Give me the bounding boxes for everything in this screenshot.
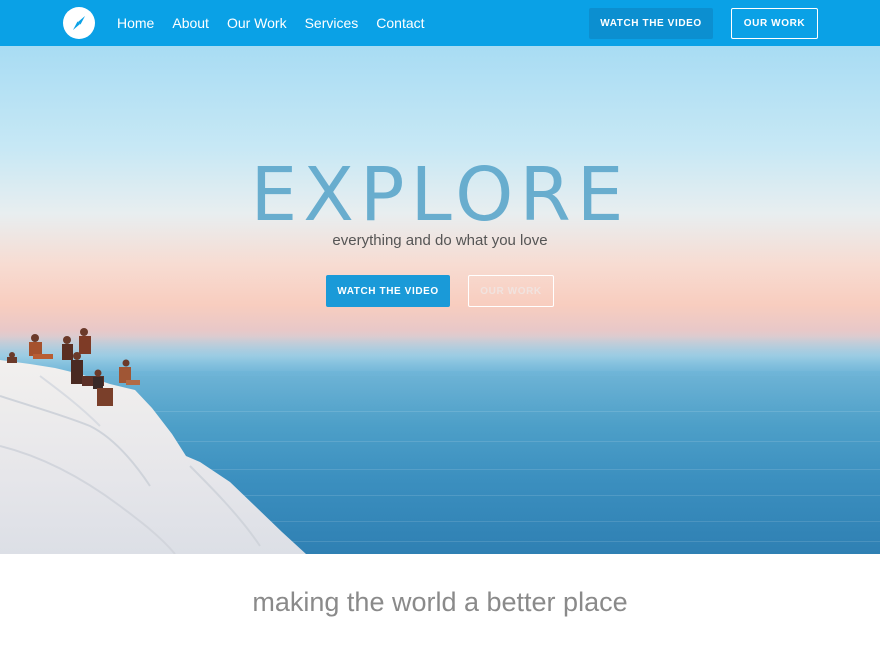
hero-section: EXPLORE everything and do what you love … (0, 46, 880, 554)
nav-link-services[interactable]: Services (305, 15, 359, 31)
hero-subtitle: everything and do what you love (332, 232, 548, 249)
navbar: Home About Our Work Services Contact WAT… (0, 0, 880, 46)
hero-watch-video-button[interactable]: WATCH THE VIDEO (326, 275, 450, 307)
nav-link-home[interactable]: Home (117, 15, 154, 31)
section-tagline: making the world a better place (252, 587, 628, 617)
compass-icon[interactable] (63, 7, 95, 39)
nav-our-work-button[interactable]: OUR WORK (731, 8, 818, 39)
nav-menu: Home About Our Work Services Contact (117, 0, 443, 46)
nav-link-about[interactable]: About (172, 15, 209, 31)
nav-watch-video-button[interactable]: WATCH THE VIDEO (589, 8, 713, 39)
hero-our-work-button[interactable]: OUR WORK (468, 275, 554, 307)
hero-title: EXPLORE (250, 152, 630, 238)
nav-link-our-work[interactable]: Our Work (227, 15, 287, 31)
nav-link-contact[interactable]: Contact (376, 15, 424, 31)
